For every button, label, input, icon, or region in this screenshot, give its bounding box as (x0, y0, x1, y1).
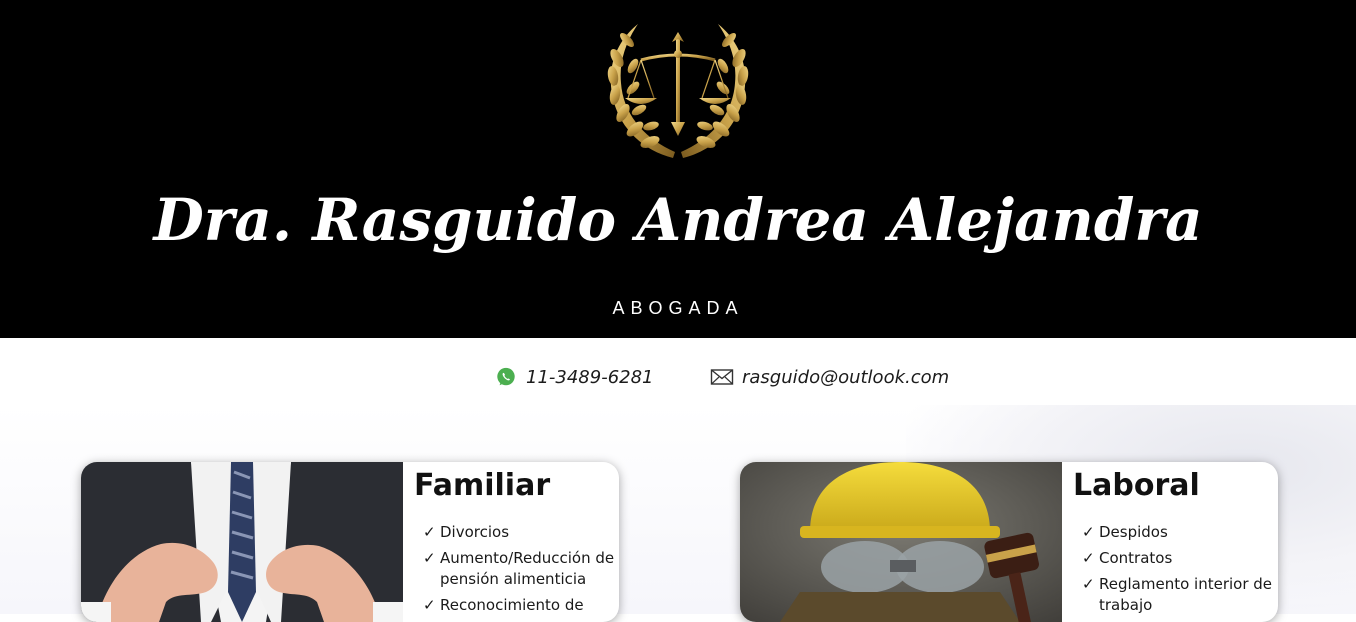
card-title: Familiar (414, 468, 551, 503)
list-item: ✓ Contratos (1082, 549, 1173, 567)
profession-subtitle: ABOGADA (612, 298, 744, 318)
phone-link[interactable]: 11-3489-6281 (494, 364, 654, 390)
list-item: ✓ Aumento/Reducción de pensión alimentici… (423, 549, 615, 588)
check-icon: ✓ (423, 523, 436, 541)
scales-of-justice-logo-icon (607, 24, 749, 158)
list-item: ✓ Reglamento interior de trabajo (1082, 575, 1273, 614)
service-list: ✓ Despidos ✓ Contratos ✓ Reglamento interio… (1082, 522, 1274, 621)
list-item: ✓ Divorcios (423, 523, 510, 541)
service-list: ✓ Divorcios ✓ Aumento/Reducción de pensión… (423, 522, 615, 621)
check-icon: ✓ (1082, 523, 1095, 541)
service-card-laboral[interactable]: Laboral ✓ Despidos ✓ Contratos ✓ Reglamento… (740, 462, 1278, 622)
email-address: rasguido@outlook.com (742, 366, 950, 388)
phone-number: 11-3489-6281 (526, 366, 654, 388)
lawyer-name-title: Dra. Rasguido Andrea Alejandra (153, 186, 1203, 254)
whatsapp-icon (497, 367, 515, 386)
service-card-familiar[interactable]: Familiar ✓ Divorcios ✓ Aumento/Reducción d… (81, 462, 619, 622)
check-icon: ✓ (1082, 575, 1095, 593)
check-icon: ✓ (423, 596, 436, 614)
card-title: Laboral (1073, 468, 1200, 503)
check-icon: ✓ (423, 549, 436, 567)
email-link[interactable]: rasguido@outlook.com (710, 364, 949, 390)
hero-header: Dra. Rasguido Andrea Alejandra ABOGADA (0, 0, 1356, 338)
list-item: ✓ Despidos (1082, 523, 1168, 541)
businessman-protecting-hands-image (81, 462, 403, 622)
list-item: ✓ Reconocimiento de (423, 596, 584, 614)
hard-hat-gavel-image (740, 462, 1062, 622)
check-icon: ✓ (1082, 549, 1095, 567)
envelope-icon (710, 369, 734, 385)
